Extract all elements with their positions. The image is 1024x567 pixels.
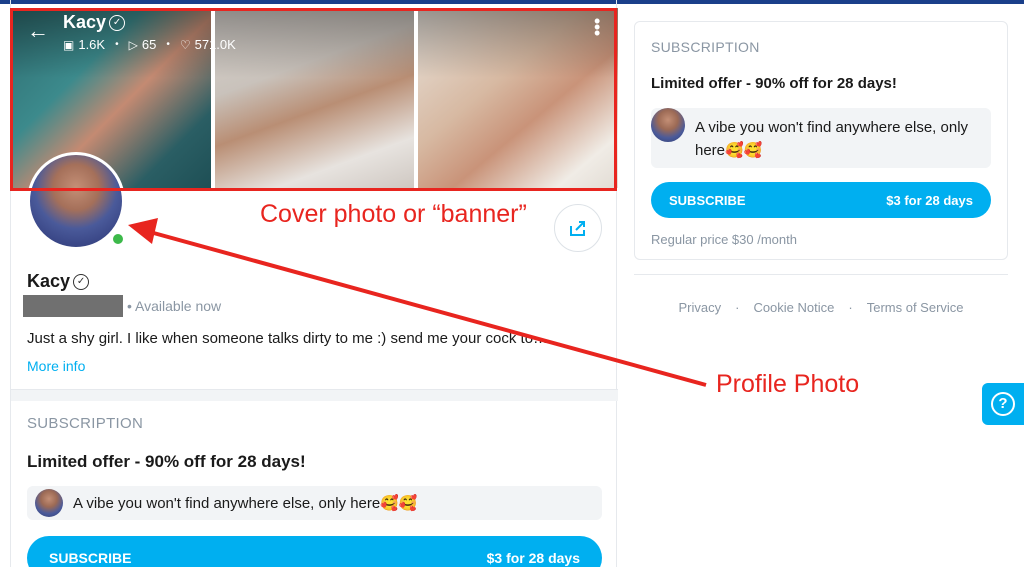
subscribe-button-label: SUBSCRIBE [49,550,132,566]
footer-link-cookie-notice[interactable]: Cookie Notice [753,300,834,315]
offer-title: Limited offer - 90% off for 28 days! [27,452,306,471]
subscribe-button-price: $3 for 28 days [886,192,973,208]
promo-message: A vibe you won't find anywhere else, onl… [27,486,602,520]
video-count: ▷ 65 [129,37,157,52]
likes-count-value: 571.0K [194,37,236,52]
profile-stats: ▣ 1.6K • ▷ 65 • ♡ 571.0K [63,37,236,52]
separator-dot: · [735,300,740,315]
help-button[interactable]: ? [982,383,1024,425]
share-icon [570,221,585,236]
profile-name: Kacy ✓ [27,271,90,292]
offer-title: Limited offer - 90% off for 28 days! [651,75,897,92]
profile-bio: Just a shy girl. I like when someone tal… [27,330,549,347]
footer-links: Privacy · Cookie Notice · Terms of Servi… [634,300,1008,315]
cover-name-text: Kacy [63,12,107,32]
back-arrow-icon[interactable]: ← [27,20,63,42]
redacted-handle [23,295,123,317]
separator-dot: • [166,39,170,50]
subscribe-button-label: SUBSCRIBE [669,192,746,208]
video-count-value: 65 [141,37,157,52]
section-divider [11,389,618,401]
subscribe-button[interactable]: SUBSCRIBE $3 for 28 days [651,182,991,218]
footer-link-privacy[interactable]: Privacy [678,300,721,315]
subscription-label: SUBSCRIPTION [651,39,760,55]
cover-photo-3 [418,8,618,188]
video-icon: ▷ [128,37,138,52]
cover-photo-2 [214,8,415,188]
share-button[interactable] [554,204,602,252]
subscribe-button[interactable]: SUBSCRIBE $3 for 28 days [27,536,602,567]
profile-name-text: Kacy [27,271,71,291]
subscribe-button-price: $3 for 28 days [486,550,580,566]
footer-divider [634,274,1008,275]
promo-message-text: A vibe you won't find anywhere else, onl… [73,495,418,512]
promo-message-text: A vibe you won't find anywhere else, onl… [695,119,969,159]
separator-dot: • [115,39,119,50]
availability-text: Available now [135,298,222,314]
verified-icon: ✓ [73,273,90,290]
regular-price: Regular price $30 /month [651,232,797,247]
cover-name: Kacy ✓ [63,12,236,33]
media-count: ▣ 1.6K [63,37,105,52]
message-avatar [651,108,685,142]
heart-icon: ♡ [179,37,191,52]
profile-avatar[interactable] [27,152,125,250]
promo-message: A vibe you won't find anywhere else, onl… [651,108,991,168]
cover-header: ← Kacy ✓ ▣ 1.6K • ▷ 65 • ♡ 571.0K [27,12,236,52]
footer-link-terms[interactable]: Terms of Service [867,300,964,315]
likes-count: ♡ 571.0K [180,37,236,52]
availability-status: • Available now [127,298,222,314]
more-options-icon[interactable]: • • • [594,12,600,42]
help-icon: ? [991,392,1015,416]
subscription-label: SUBSCRIPTION [27,415,144,432]
profile-photo-annotation-label: Profile Photo [716,370,860,398]
profile-column: ← Kacy ✓ ▣ 1.6K • ▷ 65 • ♡ 571.0K • • • … [10,0,618,567]
message-avatar [35,489,63,517]
online-status-indicator [111,232,125,246]
more-info-link[interactable]: More info [27,358,85,374]
banner-annotation-label: Cover photo or “banner” [260,200,527,228]
image-icon: ▣ [63,37,75,52]
separator-dot: · [848,300,853,315]
media-count-value: 1.6K [78,37,106,52]
subscription-card: SUBSCRIPTION Limited offer - 90% off for… [634,21,1008,260]
verified-icon: ✓ [109,14,126,31]
